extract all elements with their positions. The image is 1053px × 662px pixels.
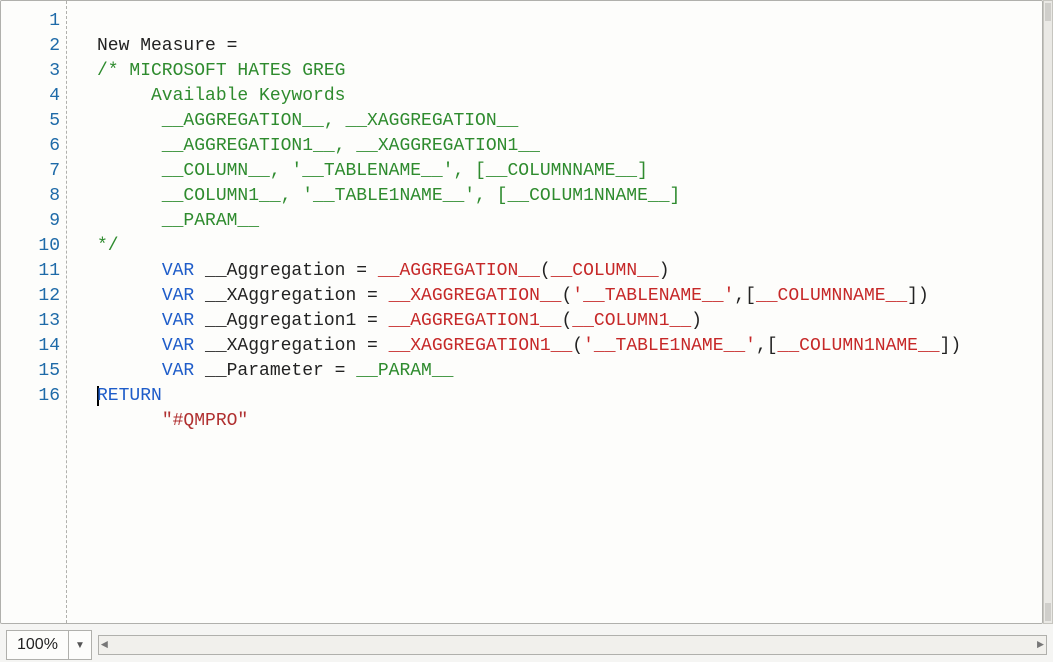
code-text: ]) — [907, 286, 929, 306]
scroll-arrow-down-icon[interactable] — [1045, 603, 1051, 621]
placeholder-table: '__TABLENAME__' — [572, 286, 734, 306]
placeholder-func: __AGGREGATION1__ — [389, 311, 562, 331]
zoom-dropdown-button[interactable]: ▼ — [69, 631, 91, 659]
code-comment: Available Keywords — [97, 86, 345, 106]
keyword-var: VAR — [162, 361, 194, 381]
code-line: __COLUMN1__, '__TABLE1NAME__', [__COLUM1… — [97, 186, 680, 206]
placeholder-col: __COLUMNNAME__ — [756, 286, 907, 306]
keyword-return: RETURN — [97, 386, 162, 406]
code-line: VAR __Aggregation = __AGGREGATION__(__CO… — [97, 261, 670, 281]
code-line: Available Keywords — [97, 86, 345, 106]
code-text: __Parameter = — [194, 361, 356, 381]
code-comment: __AGGREGATION__, __XAGGREGATION__ — [97, 111, 518, 131]
code-comment: __AGGREGATION1__, __XAGGREGATION1__ — [97, 136, 540, 156]
code-text: ( — [540, 261, 551, 281]
keyword-var: VAR — [162, 311, 194, 331]
code-line: VAR __XAggregation = __XAGGREGATION__('_… — [97, 286, 929, 306]
code-line: VAR __XAggregation = __XAGGREGATION1__('… — [97, 336, 961, 356]
code-indent — [97, 361, 162, 381]
keyword-var: VAR — [162, 336, 194, 356]
keyword-var: VAR — [162, 261, 194, 281]
code-comment: /* MICROSOFT HATES GREG — [97, 61, 345, 81]
code-area[interactable]: New Measure = /* MICROSOFT HATES GREG Av… — [67, 1, 1042, 623]
line-number-gutter: 1 2 3 4 5 6 7 8 9 10 11 12 13 14 15 16 — [1, 1, 67, 623]
keyword-var: VAR — [162, 286, 194, 306]
code-text: ,[ — [756, 336, 778, 356]
code-editor[interactable]: 1 2 3 4 5 6 7 8 9 10 11 12 13 14 15 16 N… — [0, 0, 1043, 624]
code-line: VAR __Aggregation1 = __AGGREGATION1__(__… — [97, 311, 702, 331]
code-indent — [97, 336, 162, 356]
scroll-arrow-left-icon[interactable]: ◄ — [101, 638, 108, 652]
code-comment: */ — [97, 236, 119, 256]
code-text: __Aggregation1 = — [194, 311, 388, 331]
code-line: __AGGREGATION1__, __XAGGREGATION1__ — [97, 136, 540, 156]
code-indent — [97, 411, 162, 431]
status-bar: 100% ▼ ◄ ► — [0, 624, 1053, 662]
code-text: ) — [691, 311, 702, 331]
code-text: ( — [572, 336, 583, 356]
zoom-control[interactable]: 100% ▼ — [6, 630, 92, 660]
code-indent — [97, 261, 162, 281]
placeholder-func: __XAGGREGATION1__ — [389, 336, 573, 356]
code-text: ( — [561, 311, 572, 331]
code-line: "#QMPRO" — [97, 411, 248, 431]
code-line: VAR __Parameter = __PARAM__ — [97, 361, 453, 381]
placeholder-col: __COLUMN1__ — [572, 311, 691, 331]
placeholder-param: __PARAM__ — [356, 361, 453, 381]
code-line: __COLUMN__, '__TABLENAME__', [__COLUMNNA… — [97, 161, 648, 181]
placeholder-func: __AGGREGATION__ — [378, 261, 540, 281]
code-indent — [97, 286, 162, 306]
code-text: __Aggregation = — [194, 261, 378, 281]
placeholder-func: __XAGGREGATION__ — [389, 286, 562, 306]
placeholder-col: __COLUMN1NAME__ — [778, 336, 940, 356]
code-line: __AGGREGATION__, __XAGGREGATION__ — [97, 111, 518, 131]
vertical-scrollbar[interactable] — [1043, 0, 1053, 624]
code-line: New Measure = — [97, 36, 248, 56]
code-text: __XAggregation = — [194, 336, 388, 356]
zoom-value: 100% — [7, 631, 69, 659]
code-line: RETURN — [97, 386, 162, 406]
placeholder-col: __COLUMN__ — [551, 261, 659, 281]
code-comment: __PARAM__ — [97, 211, 259, 231]
code-text: ) — [659, 261, 670, 281]
code-text: __XAggregation = — [194, 286, 388, 306]
horizontal-scrollbar[interactable]: ◄ ► — [98, 635, 1047, 655]
code-text: ]) — [940, 336, 962, 356]
code-text: ,[ — [734, 286, 756, 306]
code-indent — [97, 311, 162, 331]
scroll-arrow-up-icon[interactable] — [1045, 3, 1051, 21]
code-text: New Measure = — [97, 36, 248, 56]
chevron-down-icon: ▼ — [75, 640, 85, 651]
code-line: __PARAM__ — [97, 211, 259, 231]
string-literal: "#QMPRO" — [162, 411, 248, 431]
code-text: ( — [561, 286, 572, 306]
code-line: /* MICROSOFT HATES GREG — [97, 61, 345, 81]
code-comment: __COLUMN1__, '__TABLE1NAME__', [__COLUM1… — [97, 186, 680, 206]
scroll-arrow-right-icon[interactable]: ► — [1037, 638, 1044, 652]
code-comment: __COLUMN__, '__TABLENAME__', [__COLUMNNA… — [97, 161, 648, 181]
code-line: */ — [97, 236, 119, 256]
placeholder-table: '__TABLE1NAME__' — [583, 336, 756, 356]
